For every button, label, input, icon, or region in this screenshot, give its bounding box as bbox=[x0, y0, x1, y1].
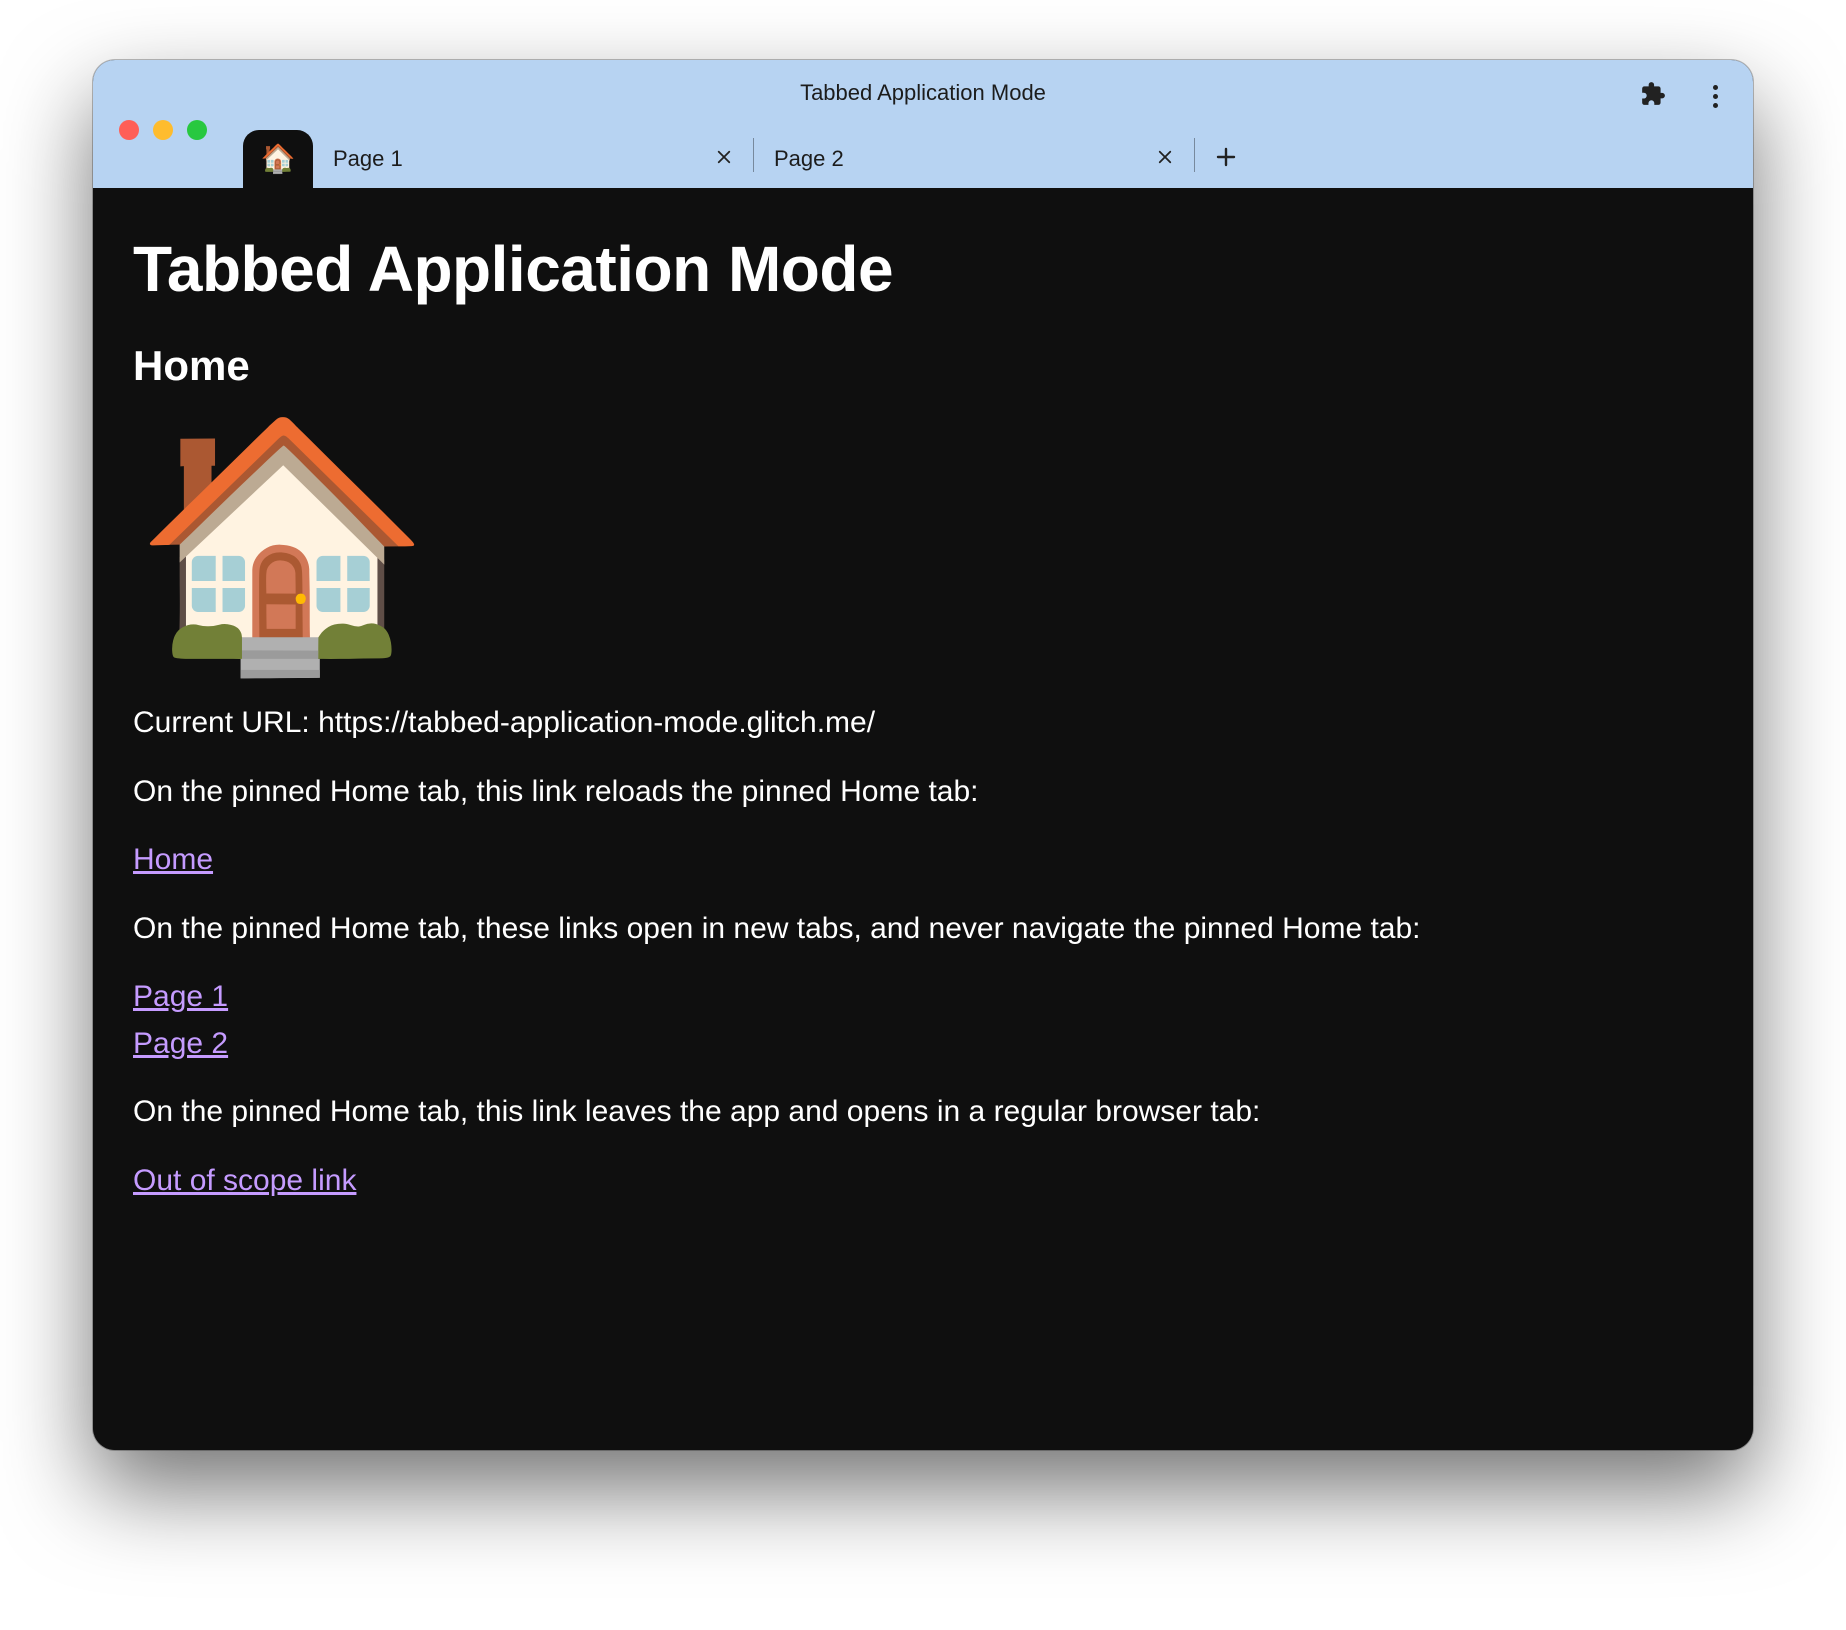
app-window: Tabbed Application Mode bbox=[93, 60, 1753, 1450]
close-icon bbox=[1156, 146, 1174, 172]
desc-reload: On the pinned Home tab, this link reload… bbox=[133, 772, 1713, 813]
minimize-window-button[interactable] bbox=[153, 120, 173, 140]
desc-newtabs: On the pinned Home tab, these links open… bbox=[133, 909, 1713, 950]
tab-close-button[interactable] bbox=[711, 146, 737, 172]
link-home[interactable]: Home bbox=[133, 843, 213, 876]
extensions-button[interactable] bbox=[1635, 78, 1671, 114]
current-url-label: Current URL: bbox=[133, 706, 318, 739]
menu-dots-icon bbox=[1713, 85, 1718, 108]
tab-label: Page 1 bbox=[333, 146, 403, 172]
page-content: Tabbed Application Mode Home 🏠 Current U… bbox=[93, 188, 1753, 1450]
link-page-2[interactable]: Page 2 bbox=[133, 1027, 228, 1060]
tab-strip: 🏠 Page 1 Page 2 bbox=[93, 122, 1753, 188]
tab-pinned-home[interactable]: 🏠 bbox=[243, 130, 313, 188]
desc-outofscope: On the pinned Home tab, this link leaves… bbox=[133, 1092, 1713, 1133]
close-icon bbox=[715, 146, 733, 172]
tab-page-1[interactable]: Page 1 bbox=[313, 130, 753, 188]
tab-close-button[interactable] bbox=[1152, 146, 1178, 172]
page-title: Tabbed Application Mode bbox=[133, 226, 1713, 312]
tab-label: Page 2 bbox=[774, 146, 844, 172]
new-tab-button[interactable] bbox=[1201, 134, 1251, 184]
link-out-of-scope[interactable]: Out of scope link bbox=[133, 1164, 356, 1197]
tab-page-2[interactable]: Page 2 bbox=[754, 130, 1194, 188]
tab-separator bbox=[1194, 138, 1195, 172]
page-subtitle: Home bbox=[133, 338, 1713, 395]
close-window-button[interactable] bbox=[119, 120, 139, 140]
window-title: Tabbed Application Mode bbox=[93, 80, 1753, 106]
zoom-window-button[interactable] bbox=[187, 120, 207, 140]
current-url-value: https://tabbed-application-mode.glitch.m… bbox=[318, 706, 875, 739]
titlebar: Tabbed Application Mode bbox=[93, 60, 1753, 188]
puzzle-icon bbox=[1640, 81, 1666, 112]
house-icon: 🏠 bbox=[133, 423, 1713, 663]
plus-icon bbox=[1214, 145, 1238, 174]
link-page-1[interactable]: Page 1 bbox=[133, 980, 228, 1013]
window-menu-button[interactable] bbox=[1697, 78, 1733, 114]
home-icon: 🏠 bbox=[261, 145, 296, 173]
current-url-line: Current URL: https://tabbed-application-… bbox=[133, 703, 1713, 744]
traffic-lights bbox=[119, 120, 207, 140]
